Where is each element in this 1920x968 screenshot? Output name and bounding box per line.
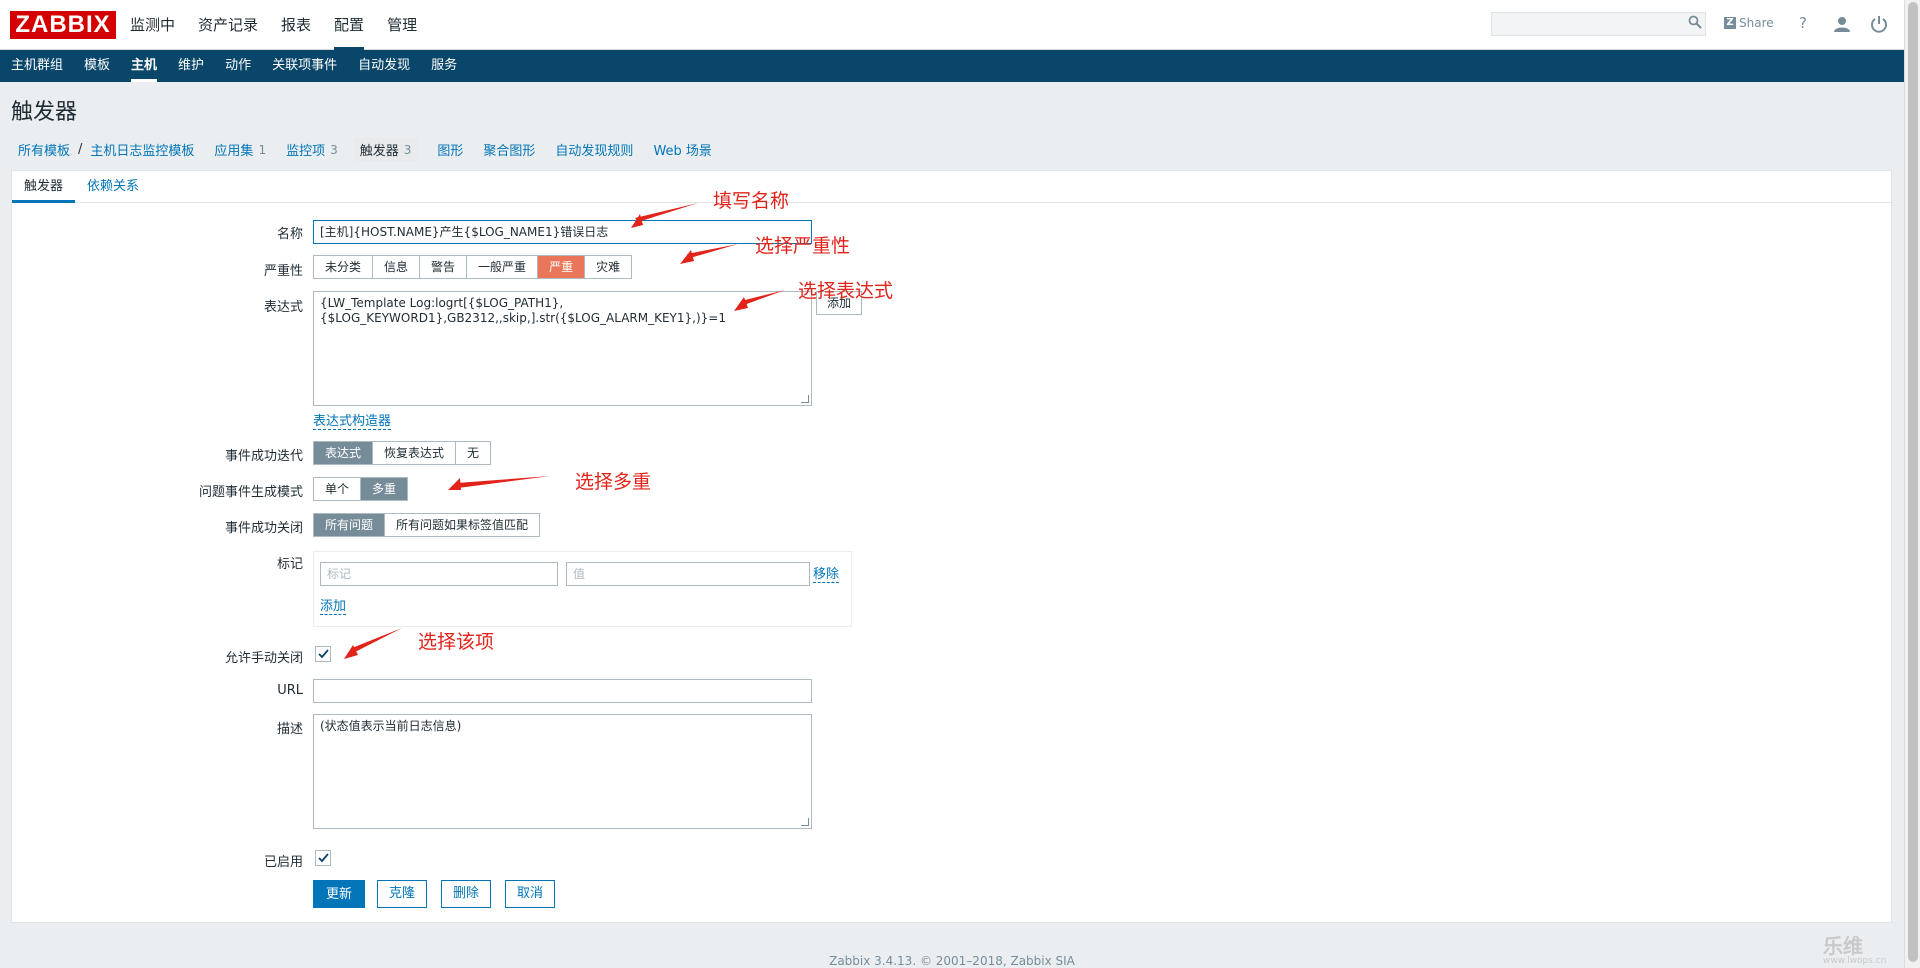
vertical-scrollbar[interactable] [1904, 0, 1920, 968]
arrow-to-manual-close-icon [344, 628, 402, 659]
watermark-url: www.lwops.cn [1823, 956, 1887, 966]
arrow-to-expression-icon [734, 290, 785, 311]
footer-copyright: Zabbix 3.4.13. © 2001–2018, Zabbix SIA [829, 954, 1075, 968]
annotation-arrows [344, 203, 785, 659]
watermark-brand: 乐维 [1823, 934, 1863, 958]
watermark-logo: 乐维 www.lwops.cn [1823, 930, 1886, 966]
arrow-to-name-icon [631, 203, 698, 228]
arrow-to-multiple-icon [448, 476, 550, 490]
arrow-to-severity-icon [680, 244, 738, 264]
scrollbar-thumb[interactable] [1908, 2, 1918, 962]
